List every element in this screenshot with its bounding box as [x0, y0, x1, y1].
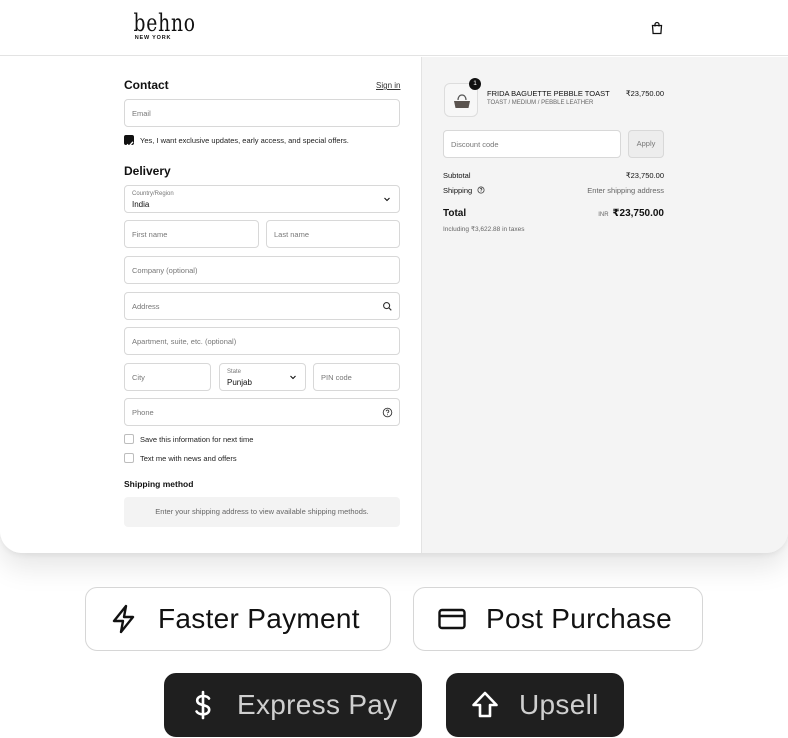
- discount-placeholder: Discount code: [451, 140, 499, 149]
- checkmark-icon: [126, 141, 134, 148]
- apply-button[interactable]: Apply: [628, 130, 664, 158]
- delivery-heading: Delivery: [124, 164, 171, 178]
- shipping-value: Enter shipping address: [587, 186, 664, 195]
- search-icon: [383, 302, 392, 311]
- shipping-label-row: Shipping: [443, 186, 485, 195]
- faster-payment-badge: Faster Payment: [85, 587, 391, 651]
- total-amount: INR ₹23,750.00: [564, 208, 664, 219]
- brand-logo[interactable]: behno NEW YORK: [128, 9, 196, 46]
- shopping-bag-icon: [651, 21, 663, 35]
- last-name-field[interactable]: Last name: [266, 220, 400, 248]
- discount-code-field[interactable]: Discount code: [443, 130, 621, 158]
- order-summary: 1 FRIDA BAGUETTE PEBBLE TOAST TOAST / ME…: [421, 57, 788, 553]
- chevron-down-icon: [384, 197, 390, 202]
- arrow-up-icon: [472, 691, 498, 718]
- faster-payment-label: Faster Payment: [158, 603, 360, 634]
- text-me-label: Text me with news and offers: [140, 454, 237, 463]
- post-purchase-badge: Post Purchase: [413, 587, 703, 651]
- product-variant: TOAST / MEDIUM / PEBBLE LEATHER: [487, 100, 594, 106]
- upsell-label: Upsell: [519, 689, 599, 720]
- apartment-placeholder: Apartment, suite, etc. (optional): [132, 337, 237, 346]
- product-name: FRIDA BAGUETTE PEBBLE TOAST: [487, 89, 610, 98]
- upsell-badge: Upsell: [446, 673, 624, 737]
- credit-card-icon: [438, 608, 466, 630]
- first-name-placeholder: First name: [132, 230, 168, 239]
- text-me-checkbox[interactable]: [124, 453, 134, 463]
- taxes-note: Including ₹3,622.88 in taxes: [443, 226, 525, 233]
- newsletter-checkbox[interactable]: [124, 135, 134, 148]
- post-purchase-label: Post Purchase: [486, 603, 672, 634]
- country-select[interactable]: Country/Region India: [124, 185, 400, 213]
- pin-code-placeholder: PIN code: [321, 373, 352, 382]
- subtotal-value: ₹23,750.00: [625, 171, 664, 180]
- apartment-field[interactable]: Apartment, suite, etc. (optional): [124, 327, 400, 355]
- subtotal-label: Subtotal: [443, 171, 471, 180]
- express-pay-label: Express Pay: [237, 689, 398, 720]
- save-info-label: Save this information for next time: [140, 435, 254, 444]
- state-value: Punjab: [227, 378, 252, 387]
- checkout-card: behno NEW YORK Contact Sign in Email Yes…: [0, 0, 788, 553]
- product-price: ₹23,750.00: [625, 89, 664, 98]
- checkout-header: behno NEW YORK: [0, 0, 788, 56]
- help-circle-icon[interactable]: [477, 186, 485, 194]
- chevron-down-icon: [290, 375, 296, 380]
- help-circle-icon[interactable]: [382, 407, 393, 418]
- total-currency: INR: [598, 212, 609, 218]
- shipping-label: Shipping: [443, 186, 473, 195]
- checkout-form: Contact Sign in Email Yes, I want exclus…: [0, 57, 421, 553]
- newsletter-label: Yes, I want exclusive updates, early acc…: [140, 136, 349, 145]
- lightning-icon: [112, 604, 135, 634]
- total-value: ₹23,750.00: [612, 208, 664, 219]
- contact-heading: Contact: [124, 78, 169, 92]
- phone-placeholder: Phone: [132, 408, 154, 417]
- country-label: Country/Region: [132, 191, 174, 197]
- pin-code-field[interactable]: PIN code: [313, 363, 400, 391]
- address-field[interactable]: Address: [124, 292, 400, 320]
- sign-in-link[interactable]: Sign in: [376, 81, 400, 90]
- address-placeholder: Address: [132, 302, 160, 311]
- dollar-sign-icon: [195, 690, 211, 720]
- last-name-placeholder: Last name: [274, 230, 310, 239]
- state-label: State: [227, 369, 242, 375]
- express-pay-badge: Express Pay: [164, 673, 422, 737]
- state-select[interactable]: State Punjab: [219, 363, 306, 391]
- city-placeholder: City: [132, 373, 145, 382]
- city-field[interactable]: City: [124, 363, 211, 391]
- email-field[interactable]: Email: [124, 99, 400, 127]
- phone-field[interactable]: Phone: [124, 398, 400, 426]
- quantity-badge: 1: [469, 78, 481, 90]
- logo-wordmark: behno: [133, 9, 196, 37]
- company-placeholder: Company (optional): [132, 266, 198, 275]
- first-name-field[interactable]: First name: [124, 220, 259, 248]
- country-value: India: [132, 200, 150, 209]
- email-placeholder: Email: [132, 109, 151, 118]
- cart-button[interactable]: [649, 20, 665, 36]
- shipping-method-heading: Shipping method: [124, 479, 194, 489]
- shipping-method-notice: Enter your shipping address to view avai…: [124, 497, 400, 527]
- save-info-checkbox[interactable]: [124, 434, 134, 444]
- total-label: Total: [443, 208, 467, 219]
- company-field[interactable]: Company (optional): [124, 256, 400, 284]
